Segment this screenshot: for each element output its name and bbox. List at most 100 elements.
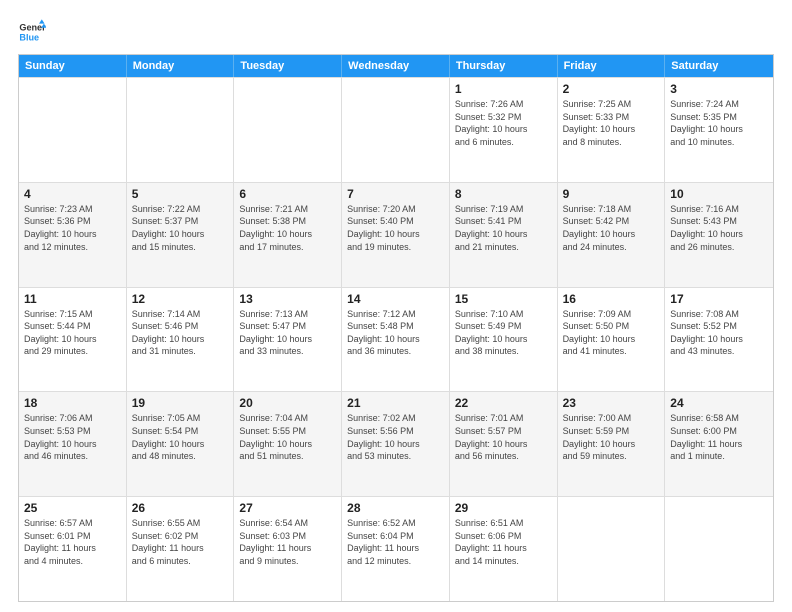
day-cell-17: 17 Sunrise: 7:08 AM Sunset: 5:52 PM Dayli… [665, 288, 773, 392]
empty-cell [342, 78, 450, 182]
day-cell-1: 1 Sunrise: 7:26 AM Sunset: 5:32 PM Daylig… [450, 78, 558, 182]
day-number: 9 [563, 187, 660, 201]
day-info: Sunrise: 6:58 AM Sunset: 6:00 PM Dayligh… [670, 412, 768, 462]
header-day-sunday: Sunday [19, 55, 127, 77]
day-number: 8 [455, 187, 552, 201]
day-cell-10: 10 Sunrise: 7:16 AM Sunset: 5:43 PM Dayli… [665, 183, 773, 287]
day-cell-29: 29 Sunrise: 6:51 AM Sunset: 6:06 PM Dayli… [450, 497, 558, 601]
day-info: Sunrise: 7:21 AM Sunset: 5:38 PM Dayligh… [239, 203, 336, 253]
header-day-thursday: Thursday [450, 55, 558, 77]
day-cell-26: 26 Sunrise: 6:55 AM Sunset: 6:02 PM Dayli… [127, 497, 235, 601]
day-info: Sunrise: 6:51 AM Sunset: 6:06 PM Dayligh… [455, 517, 552, 567]
empty-cell [234, 78, 342, 182]
empty-cell [558, 497, 666, 601]
day-cell-9: 9 Sunrise: 7:18 AM Sunset: 5:42 PM Daylig… [558, 183, 666, 287]
day-cell-20: 20 Sunrise: 7:04 AM Sunset: 5:55 PM Dayli… [234, 392, 342, 496]
day-info: Sunrise: 7:13 AM Sunset: 5:47 PM Dayligh… [239, 308, 336, 358]
day-number: 2 [563, 82, 660, 96]
day-number: 14 [347, 292, 444, 306]
day-cell-25: 25 Sunrise: 6:57 AM Sunset: 6:01 PM Dayli… [19, 497, 127, 601]
day-number: 23 [563, 396, 660, 410]
logo: General Blue [18, 18, 50, 46]
day-cell-21: 21 Sunrise: 7:02 AM Sunset: 5:56 PM Dayli… [342, 392, 450, 496]
day-number: 17 [670, 292, 768, 306]
day-number: 28 [347, 501, 444, 515]
day-info: Sunrise: 7:20 AM Sunset: 5:40 PM Dayligh… [347, 203, 444, 253]
day-info: Sunrise: 7:24 AM Sunset: 5:35 PM Dayligh… [670, 98, 768, 148]
day-info: Sunrise: 7:26 AM Sunset: 5:32 PM Dayligh… [455, 98, 552, 148]
header-day-wednesday: Wednesday [342, 55, 450, 77]
week-row-2: 11Sunrise: 7:15 AM Sunset: 5:44 PM Dayli… [19, 287, 773, 392]
svg-text:Blue: Blue [19, 32, 39, 42]
day-cell-7: 7 Sunrise: 7:20 AM Sunset: 5:40 PM Daylig… [342, 183, 450, 287]
day-cell-11: 11Sunrise: 7:15 AM Sunset: 5:44 PM Dayli… [19, 288, 127, 392]
day-number: 25 [24, 501, 121, 515]
day-info: Sunrise: 7:09 AM Sunset: 5:50 PM Dayligh… [563, 308, 660, 358]
header-day-friday: Friday [558, 55, 666, 77]
week-row-4: 25 Sunrise: 6:57 AM Sunset: 6:01 PM Dayli… [19, 496, 773, 601]
day-number: 22 [455, 396, 552, 410]
day-number: 6 [239, 187, 336, 201]
header: General Blue [18, 18, 774, 46]
day-info: Sunrise: 6:52 AM Sunset: 6:04 PM Dayligh… [347, 517, 444, 567]
calendar: SundayMondayTuesdayWednesdayThursdayFrid… [18, 54, 774, 602]
day-cell-23: 23 Sunrise: 7:00 AM Sunset: 5:59 PM Dayli… [558, 392, 666, 496]
day-info: Sunrise: 7:05 AM Sunset: 5:54 PM Dayligh… [132, 412, 229, 462]
day-cell-24: 24Sunrise: 6:58 AM Sunset: 6:00 PM Dayli… [665, 392, 773, 496]
day-info: Sunrise: 7:02 AM Sunset: 5:56 PM Dayligh… [347, 412, 444, 462]
day-info: Sunrise: 7:16 AM Sunset: 5:43 PM Dayligh… [670, 203, 768, 253]
day-cell-22: 22 Sunrise: 7:01 AM Sunset: 5:57 PM Dayli… [450, 392, 558, 496]
header-day-monday: Monday [127, 55, 235, 77]
day-info: Sunrise: 7:18 AM Sunset: 5:42 PM Dayligh… [563, 203, 660, 253]
day-cell-8: 8 Sunrise: 7:19 AM Sunset: 5:41 PM Daylig… [450, 183, 558, 287]
week-row-0: 1 Sunrise: 7:26 AM Sunset: 5:32 PM Daylig… [19, 77, 773, 182]
day-cell-5: 5 Sunrise: 7:22 AM Sunset: 5:37 PM Daylig… [127, 183, 235, 287]
week-row-1: 4 Sunrise: 7:23 AM Sunset: 5:36 PM Daylig… [19, 182, 773, 287]
page: General Blue SundayMondayTuesdayWednesda… [0, 0, 792, 612]
day-cell-4: 4 Sunrise: 7:23 AM Sunset: 5:36 PM Daylig… [19, 183, 127, 287]
day-info: Sunrise: 6:55 AM Sunset: 6:02 PM Dayligh… [132, 517, 229, 567]
day-info: Sunrise: 7:01 AM Sunset: 5:57 PM Dayligh… [455, 412, 552, 462]
week-row-3: 18Sunrise: 7:06 AM Sunset: 5:53 PM Dayli… [19, 391, 773, 496]
day-number: 4 [24, 187, 121, 201]
header-day-saturday: Saturday [665, 55, 773, 77]
empty-cell [665, 497, 773, 601]
day-info: Sunrise: 7:00 AM Sunset: 5:59 PM Dayligh… [563, 412, 660, 462]
day-number: 20 [239, 396, 336, 410]
day-cell-27: 27 Sunrise: 6:54 AM Sunset: 6:03 PM Dayli… [234, 497, 342, 601]
day-info: Sunrise: 7:19 AM Sunset: 5:41 PM Dayligh… [455, 203, 552, 253]
day-cell-28: 28 Sunrise: 6:52 AM Sunset: 6:04 PM Dayli… [342, 497, 450, 601]
day-number: 5 [132, 187, 229, 201]
header-day-tuesday: Tuesday [234, 55, 342, 77]
day-info: Sunrise: 6:57 AM Sunset: 6:01 PM Dayligh… [24, 517, 121, 567]
day-info: Sunrise: 7:25 AM Sunset: 5:33 PM Dayligh… [563, 98, 660, 148]
empty-cell [19, 78, 127, 182]
day-number: 19 [132, 396, 229, 410]
day-number: 1 [455, 82, 552, 96]
day-info: Sunrise: 7:22 AM Sunset: 5:37 PM Dayligh… [132, 203, 229, 253]
day-info: Sunrise: 6:54 AM Sunset: 6:03 PM Dayligh… [239, 517, 336, 567]
day-info: Sunrise: 7:23 AM Sunset: 5:36 PM Dayligh… [24, 203, 121, 253]
day-info: Sunrise: 7:10 AM Sunset: 5:49 PM Dayligh… [455, 308, 552, 358]
day-number: 13 [239, 292, 336, 306]
day-number: 21 [347, 396, 444, 410]
day-cell-18: 18Sunrise: 7:06 AM Sunset: 5:53 PM Dayli… [19, 392, 127, 496]
day-info: Sunrise: 7:04 AM Sunset: 5:55 PM Dayligh… [239, 412, 336, 462]
day-cell-15: 15 Sunrise: 7:10 AM Sunset: 5:49 PM Dayli… [450, 288, 558, 392]
day-number: 26 [132, 501, 229, 515]
day-info: Sunrise: 7:06 AM Sunset: 5:53 PM Dayligh… [24, 412, 121, 462]
day-number: 16 [563, 292, 660, 306]
day-number: 10 [670, 187, 768, 201]
day-cell-16: 16 Sunrise: 7:09 AM Sunset: 5:50 PM Dayli… [558, 288, 666, 392]
day-info: Sunrise: 7:14 AM Sunset: 5:46 PM Dayligh… [132, 308, 229, 358]
day-number: 7 [347, 187, 444, 201]
day-number: 29 [455, 501, 552, 515]
day-cell-13: 13 Sunrise: 7:13 AM Sunset: 5:47 PM Dayli… [234, 288, 342, 392]
day-number: 27 [239, 501, 336, 515]
calendar-body: 1 Sunrise: 7:26 AM Sunset: 5:32 PM Daylig… [19, 77, 773, 601]
logo-icon: General Blue [18, 18, 46, 46]
day-info: Sunrise: 7:08 AM Sunset: 5:52 PM Dayligh… [670, 308, 768, 358]
day-number: 11 [24, 292, 121, 306]
day-number: 15 [455, 292, 552, 306]
day-cell-3: 3Sunrise: 7:24 AM Sunset: 5:35 PM Daylig… [665, 78, 773, 182]
